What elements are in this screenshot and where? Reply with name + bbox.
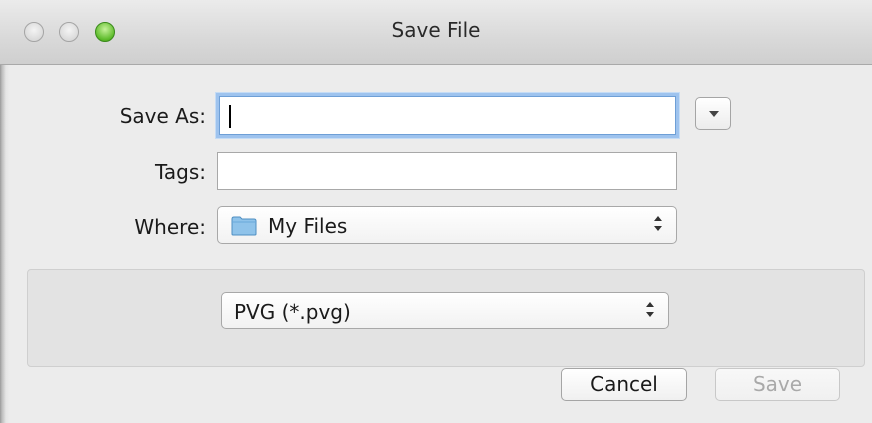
file-format-value: PVG (*.pvg) [234,300,351,324]
updown-arrows-icon [654,216,662,233]
chevron-down-icon [709,111,719,117]
cancel-button[interactable]: Cancel [561,368,687,401]
title-bar[interactable]: Save File [0,0,872,65]
where-value: My Files [268,214,348,238]
where-label: Where: [134,215,206,239]
format-accessory-panel: PVG (*.pvg) [27,269,865,367]
save-button[interactable]: Save [715,368,840,401]
tags-input[interactable] [217,152,677,190]
save-file-dialog: Save File Save As: Tags: Where: My Files… [0,0,872,423]
save-as-label: Save As: [119,104,206,128]
updown-arrows-icon [646,302,654,319]
window-title: Save File [391,18,481,42]
save-as-input[interactable] [219,96,676,135]
tags-label: Tags: [154,160,206,184]
file-format-popup[interactable]: PVG (*.pvg) [221,292,669,329]
where-popup[interactable]: My Files [217,206,677,244]
text-caret [229,105,231,128]
expand-dialog-button[interactable] [695,97,731,130]
folder-icon [231,216,257,236]
